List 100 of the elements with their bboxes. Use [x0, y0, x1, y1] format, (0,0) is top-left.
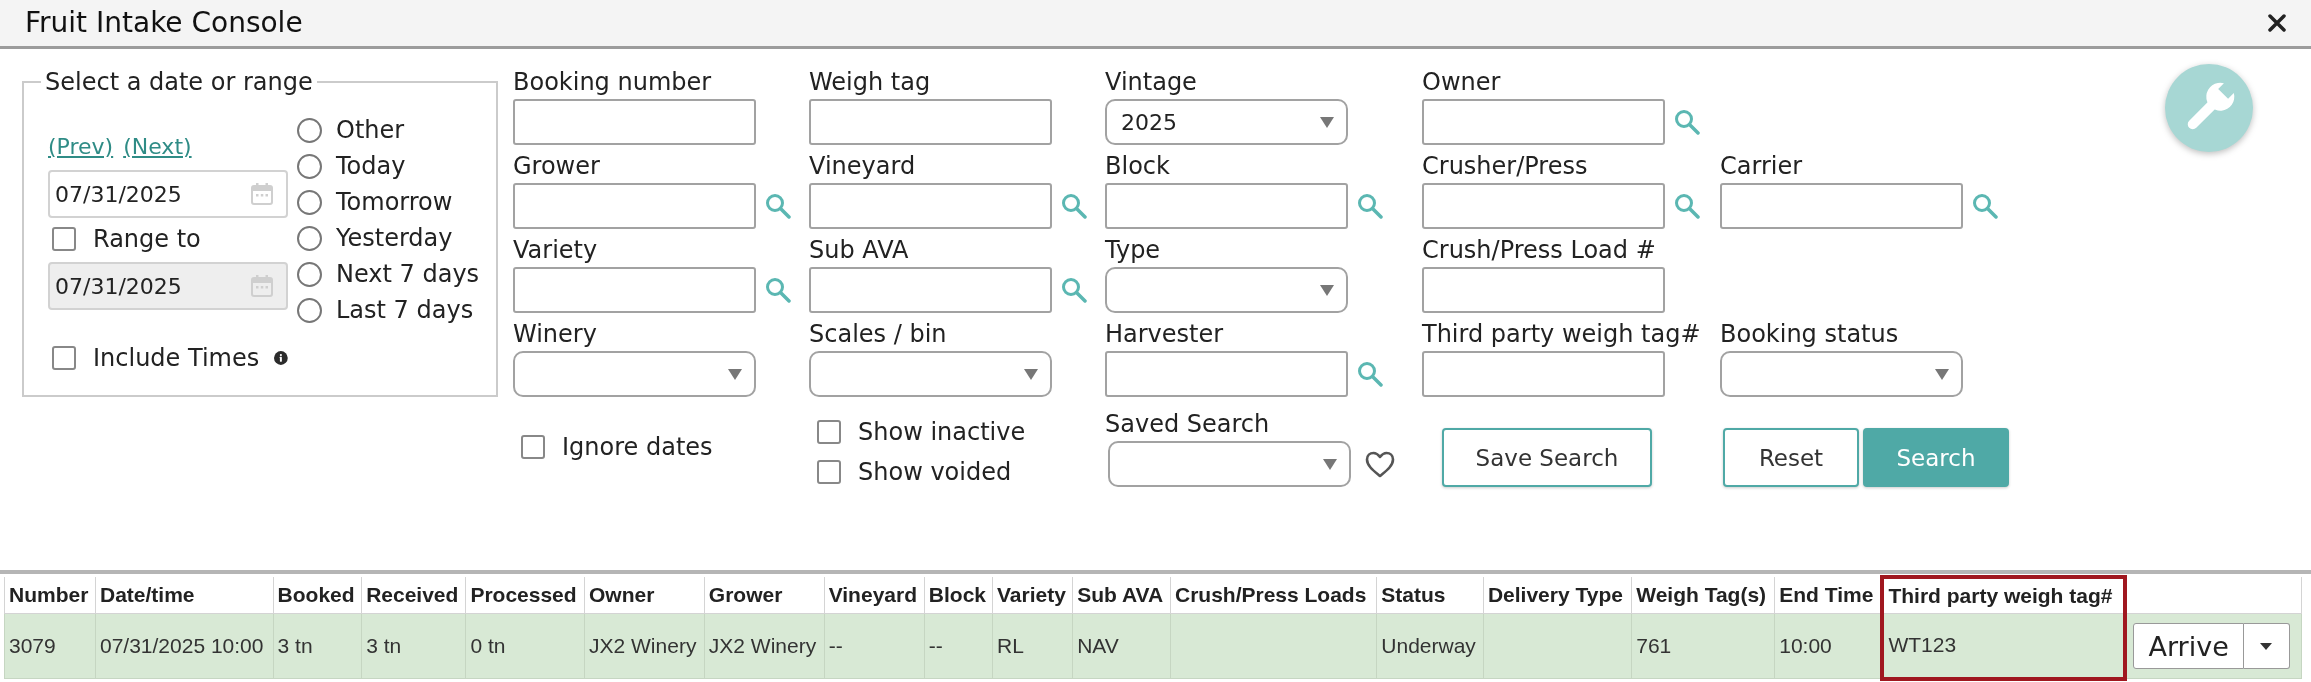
search-icon[interactable]: [1357, 193, 1383, 219]
save-search-button[interactable]: Save Search: [1442, 428, 1652, 487]
text-field[interactable]: [1422, 183, 1665, 229]
field-label: Block: [1105, 152, 1170, 180]
checkbox-label[interactable]: Show inactive: [858, 417, 1026, 447]
text-field[interactable]: [1105, 351, 1348, 397]
reset-button[interactable]: Reset: [1723, 428, 1859, 487]
column-header: Third party weigh tag#: [1882, 577, 2126, 614]
checkbox[interactable]: [817, 420, 841, 444]
column-header: Processed: [465, 577, 585, 614]
dropdown[interactable]: [809, 351, 1052, 397]
dropdown[interactable]: [1105, 267, 1348, 313]
column-header: Received: [361, 577, 466, 614]
text-field[interactable]: [1422, 351, 1665, 397]
checkbox-label[interactable]: Ignore dates: [562, 432, 713, 462]
column-header: End Time: [1774, 577, 1883, 614]
search-icon[interactable]: [1061, 193, 1087, 219]
column-header: Delivery Type: [1483, 577, 1632, 614]
column-header: Number: [4, 577, 96, 614]
field-label: Owner: [1422, 68, 1501, 96]
checkbox[interactable]: [52, 227, 76, 251]
text-field[interactable]: [513, 267, 756, 313]
heart-icon[interactable]: [1365, 450, 1395, 478]
radio-label[interactable]: Last 7 days: [336, 295, 474, 325]
wrench-icon[interactable]: [2165, 64, 2253, 152]
prev-link[interactable]: (Prev): [48, 133, 114, 161]
table-cell: JX2 Winery: [584, 613, 705, 679]
table-cell: --: [824, 613, 925, 679]
search-icon[interactable]: [1674, 193, 1700, 219]
search-icon[interactable]: [1357, 361, 1383, 387]
dropdown[interactable]: 2025: [1105, 99, 1348, 145]
text-field[interactable]: [809, 183, 1052, 229]
field-label: Carrier: [1720, 152, 1803, 180]
radio-button[interactable]: [297, 261, 322, 287]
field-label: Scales / bin: [809, 320, 947, 348]
text-field[interactable]: [1422, 267, 1665, 313]
field-label: Vineyard: [809, 152, 916, 180]
table-cell: 3 tn: [361, 613, 466, 679]
caret-icon: [1320, 116, 1334, 128]
radio-label[interactable]: Tomorrow: [336, 187, 453, 217]
text-field[interactable]: [513, 183, 756, 229]
field-label: Saved Search: [1105, 410, 1270, 438]
text-field[interactable]: [1720, 183, 1963, 229]
table-cell: 3079: [4, 613, 96, 679]
text-field[interactable]: [1422, 99, 1665, 145]
checkbox-label[interactable]: Range to: [93, 224, 201, 254]
caret-icon: [1323, 458, 1337, 470]
search-icon[interactable]: [765, 277, 791, 303]
field-label: Variety: [513, 236, 598, 264]
radio-label[interactable]: Next 7 days: [336, 259, 480, 289]
checkbox[interactable]: [52, 346, 76, 370]
checkbox-label[interactable]: Include Times: [93, 343, 260, 373]
dropdown[interactable]: [1108, 441, 1351, 487]
menu-toggle-button[interactable]: [2243, 623, 2290, 669]
column-header: Booked: [273, 577, 362, 614]
radio-button[interactable]: [297, 225, 322, 251]
caret-icon: [2260, 642, 2273, 650]
table-cell: --: [924, 613, 993, 679]
text-field[interactable]: [513, 99, 756, 145]
dropdown[interactable]: [513, 351, 756, 397]
text-field[interactable]: [1105, 183, 1348, 229]
table-cell: JX2 Winery: [704, 613, 825, 679]
field-label: Weigh tag: [809, 68, 931, 96]
text-field[interactable]: [809, 99, 1052, 145]
arrive-button[interactable]: Arrive: [2133, 623, 2244, 669]
field-label: Crusher/Press: [1422, 152, 1588, 180]
radio-label[interactable]: Yesterday: [336, 223, 453, 253]
radio-button[interactable]: [297, 189, 322, 215]
next-link[interactable]: (Next): [123, 133, 192, 161]
search-icon[interactable]: [1674, 109, 1700, 135]
table-cell: WT123: [1882, 613, 2126, 679]
checkbox-label[interactable]: Show voided: [858, 457, 1012, 487]
column-header: Crush/Press Loads: [1170, 577, 1377, 614]
checkbox[interactable]: [521, 435, 545, 459]
column-header: Weigh Tag(s): [1631, 577, 1775, 614]
column-header: Vineyard: [824, 577, 925, 614]
search-icon[interactable]: [1972, 193, 1998, 219]
dropdown[interactable]: [1720, 351, 1963, 397]
column-header: Sub AVA: [1072, 577, 1171, 614]
date-field[interactable]: 07/31/2025: [48, 170, 288, 218]
field-label: Vintage: [1105, 68, 1197, 96]
table-cell: 3 tn: [273, 613, 362, 679]
radio-button[interactable]: [297, 117, 322, 143]
table-cell: Underway: [1376, 613, 1484, 679]
radio-label[interactable]: Today: [336, 151, 406, 181]
radio-button[interactable]: [297, 153, 322, 179]
column-header: Block: [924, 577, 993, 614]
column-header: Status: [1376, 577, 1484, 614]
search-icon[interactable]: [1061, 277, 1087, 303]
calendar-icon[interactable]: [250, 182, 274, 206]
field-label: Type: [1105, 236, 1161, 264]
radio-button[interactable]: [297, 297, 322, 323]
text-field[interactable]: [809, 267, 1052, 313]
close-icon[interactable]: [2268, 14, 2286, 32]
search-icon[interactable]: [765, 193, 791, 219]
field-label: Grower: [513, 152, 600, 180]
radio-label[interactable]: Other: [336, 115, 405, 145]
field-label: Booking status: [1720, 320, 1899, 348]
checkbox[interactable]: [817, 460, 841, 484]
field-label: Third party weigh tag#: [1422, 320, 1701, 348]
